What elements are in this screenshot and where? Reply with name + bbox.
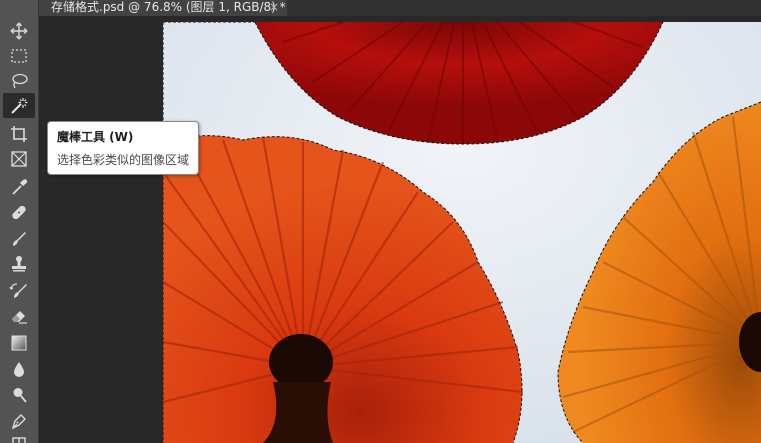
magic-wand-tooltip: 魔棒工具 (W) 选择色彩类似的图像区域 [47,121,199,175]
tools-panel [0,0,39,443]
close-icon[interactable]: × [269,0,279,14]
document-image[interactable] [163,22,761,443]
move-icon [10,22,28,39]
pen-icon [11,413,26,429]
frame-icon [11,150,27,167]
eraser-tool-button[interactable] [3,303,35,328]
eyedropper-icon [12,178,28,195]
drop-icon [14,361,24,377]
bandage-icon [12,205,26,219]
crop-icon [11,125,27,142]
dodge-icon [13,387,27,403]
move-tool-button[interactable] [3,18,35,43]
magic-wand-icon [11,97,28,114]
history-brush-icon [9,282,27,298]
clone-stamp-tool-button[interactable] [3,251,35,276]
photoshop-window: 存储格式.psd @ 76.8% (图层 1, RGB/8) * × 魔棒工具 … [0,0,761,443]
document-tab-bar: 存储格式.psd @ 76.8% (图层 1, RGB/8) * × [38,0,761,16]
canvas-area[interactable] [39,16,761,443]
magic-wand-tool-button[interactable] [3,93,35,118]
stamp-icon [12,255,26,271]
gradient-icon [11,335,27,350]
frame-tool-button[interactable] [3,146,35,171]
umbrella-photo [163,22,761,443]
type-tool-button[interactable] [3,432,35,443]
brush-icon [13,231,26,246]
blur-tool-button[interactable] [3,356,35,381]
marquee-tool-button[interactable] [3,43,35,68]
document-tab[interactable]: 存储格式.psd @ 76.8% (图层 1, RGB/8) * × [39,0,287,16]
document-title: 存储格式.psd @ 76.8% (图层 1, RGB/8) * [51,0,286,14]
type-icon [12,436,26,443]
gradient-tool-button[interactable] [3,330,35,355]
lasso-icon [12,73,28,88]
brush-tool-button[interactable] [3,226,35,251]
rect-marquee-icon [11,48,27,63]
tooltip-title: 魔棒工具 (W) [57,130,134,144]
eyedropper-tool-button[interactable] [3,174,35,199]
lasso-tool-button[interactable] [3,68,35,93]
pen-tool-button[interactable] [3,408,35,433]
tooltip-description: 选择色彩类似的图像区域 [57,153,190,167]
eraser-icon [12,310,27,324]
dodge-tool-button[interactable] [3,382,35,407]
healing-brush-tool-button[interactable] [3,199,35,224]
crop-tool-button[interactable] [3,121,35,146]
history-brush-tool-button[interactable] [3,278,35,303]
